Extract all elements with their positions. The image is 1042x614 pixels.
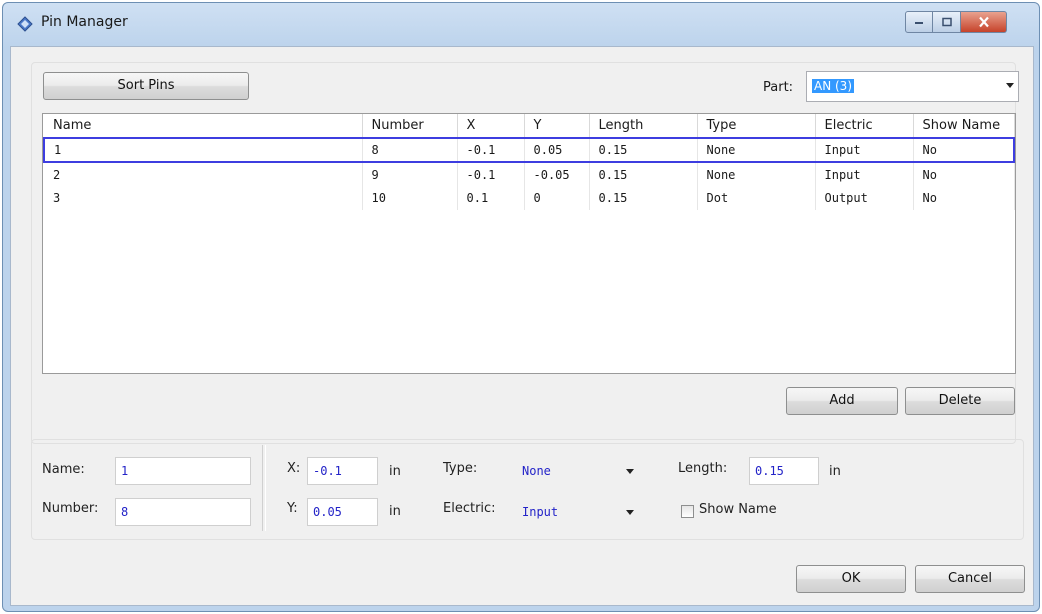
- cell-show-name[interactable]: No: [913, 137, 1015, 163]
- y-unit-label: in: [389, 504, 401, 519]
- maximize-button[interactable]: [933, 11, 961, 33]
- x-label: X:: [287, 461, 301, 476]
- table-row[interactable]: 1 8 -0.1 0.05 0.15 None Input No: [43, 137, 1015, 163]
- add-button[interactable]: Add: [786, 387, 898, 415]
- table-row[interactable]: 3 10 0.1 0 0.15 Dot Output No: [44, 186, 1015, 210]
- length-unit-label: in: [829, 464, 841, 479]
- y-label: Y:: [287, 501, 298, 516]
- cell-type[interactable]: None: [697, 162, 816, 186]
- cell-length[interactable]: 0.15: [589, 162, 698, 186]
- close-icon: [978, 16, 989, 28]
- cell-number[interactable]: 10: [362, 186, 458, 210]
- length-field[interactable]: 0.15: [749, 457, 819, 485]
- ok-button[interactable]: OK: [796, 565, 906, 593]
- window-title: Pin Manager: [41, 14, 128, 30]
- column-header-show-name[interactable]: Show Name: [913, 114, 1015, 139]
- electric-select[interactable]: Input: [517, 498, 641, 526]
- pin-table[interactable]: Name Number X Y Length Type Electric Sho…: [42, 113, 1016, 374]
- part-value: AN (3): [812, 79, 854, 93]
- show-name-label[interactable]: Show Name: [699, 502, 777, 517]
- cell-electric[interactable]: Input: [815, 162, 914, 186]
- x-field[interactable]: -0.1: [307, 457, 378, 485]
- diamond-logo-icon: [17, 16, 33, 32]
- y-field[interactable]: 0.05: [307, 498, 378, 526]
- minimize-button[interactable]: [905, 11, 933, 33]
- sort-pins-button[interactable]: Sort Pins: [43, 72, 249, 100]
- table-header: Name Number X Y Length Type Electric Sho…: [44, 114, 1015, 139]
- cell-y[interactable]: -0.05: [524, 162, 590, 186]
- cell-number[interactable]: 8: [362, 137, 458, 163]
- column-header-y[interactable]: Y: [524, 114, 590, 139]
- show-name-checkbox[interactable]: [681, 505, 694, 518]
- cell-length[interactable]: 0.15: [589, 186, 698, 210]
- cell-type[interactable]: None: [697, 137, 816, 163]
- close-button[interactable]: [961, 11, 1007, 33]
- cell-y[interactable]: 0.05: [524, 137, 590, 163]
- cell-show-name[interactable]: No: [913, 186, 1015, 210]
- chevron-down-icon: [626, 510, 634, 515]
- name-field[interactable]: 1: [115, 457, 251, 485]
- cell-x[interactable]: -0.1: [457, 137, 525, 163]
- cell-length[interactable]: 0.15: [589, 137, 698, 163]
- number-label: Number:: [42, 501, 99, 516]
- pin-manager-window: Pin Manager Sort Pins Part: AN (3) Name …: [2, 2, 1040, 612]
- column-header-length[interactable]: Length: [589, 114, 698, 139]
- x-unit-label: in: [389, 464, 401, 479]
- column-header-name[interactable]: Name: [44, 114, 363, 139]
- cell-y[interactable]: 0: [524, 186, 590, 210]
- cell-x[interactable]: 0.1: [457, 186, 525, 210]
- cell-x[interactable]: -0.1: [457, 162, 525, 186]
- delete-button[interactable]: Delete: [905, 387, 1015, 415]
- cancel-button[interactable]: Cancel: [915, 565, 1025, 593]
- name-label: Name:: [42, 462, 85, 477]
- column-header-x[interactable]: X: [457, 114, 525, 139]
- cell-electric[interactable]: Input: [815, 137, 914, 163]
- cell-type[interactable]: Dot: [697, 186, 816, 210]
- column-header-number[interactable]: Number: [362, 114, 458, 139]
- chevron-down-icon: [626, 469, 634, 474]
- part-select[interactable]: AN (3): [806, 71, 1019, 102]
- electric-value: Input: [522, 505, 559, 519]
- part-label: Part:: [763, 80, 794, 95]
- cell-name[interactable]: 1: [43, 137, 363, 163]
- cell-number[interactable]: 9: [362, 162, 458, 186]
- length-label: Length:: [678, 461, 728, 476]
- maximize-icon: [941, 17, 952, 27]
- type-value: None: [522, 464, 551, 478]
- chevron-down-icon: [1006, 83, 1014, 88]
- cell-electric[interactable]: Output: [815, 186, 914, 210]
- title-bar[interactable]: Pin Manager: [3, 3, 1039, 45]
- table-row[interactable]: 2 9 -0.1 -0.05 0.15 None Input No: [44, 162, 1015, 186]
- column-header-type[interactable]: Type: [697, 114, 816, 139]
- type-select[interactable]: None: [517, 457, 641, 485]
- column-header-electric[interactable]: Electric: [815, 114, 914, 139]
- dialog-body: Sort Pins Part: AN (3) Name Number X Y L…: [10, 46, 1034, 606]
- cell-name[interactable]: 2: [44, 162, 363, 186]
- panel-divider: [262, 445, 266, 531]
- electric-label: Electric:: [443, 501, 496, 516]
- number-field[interactable]: 8: [115, 498, 251, 526]
- cell-show-name[interactable]: No: [913, 162, 1015, 186]
- minimize-icon: [915, 22, 923, 24]
- type-label: Type:: [443, 461, 478, 476]
- cell-name[interactable]: 3: [44, 186, 363, 210]
